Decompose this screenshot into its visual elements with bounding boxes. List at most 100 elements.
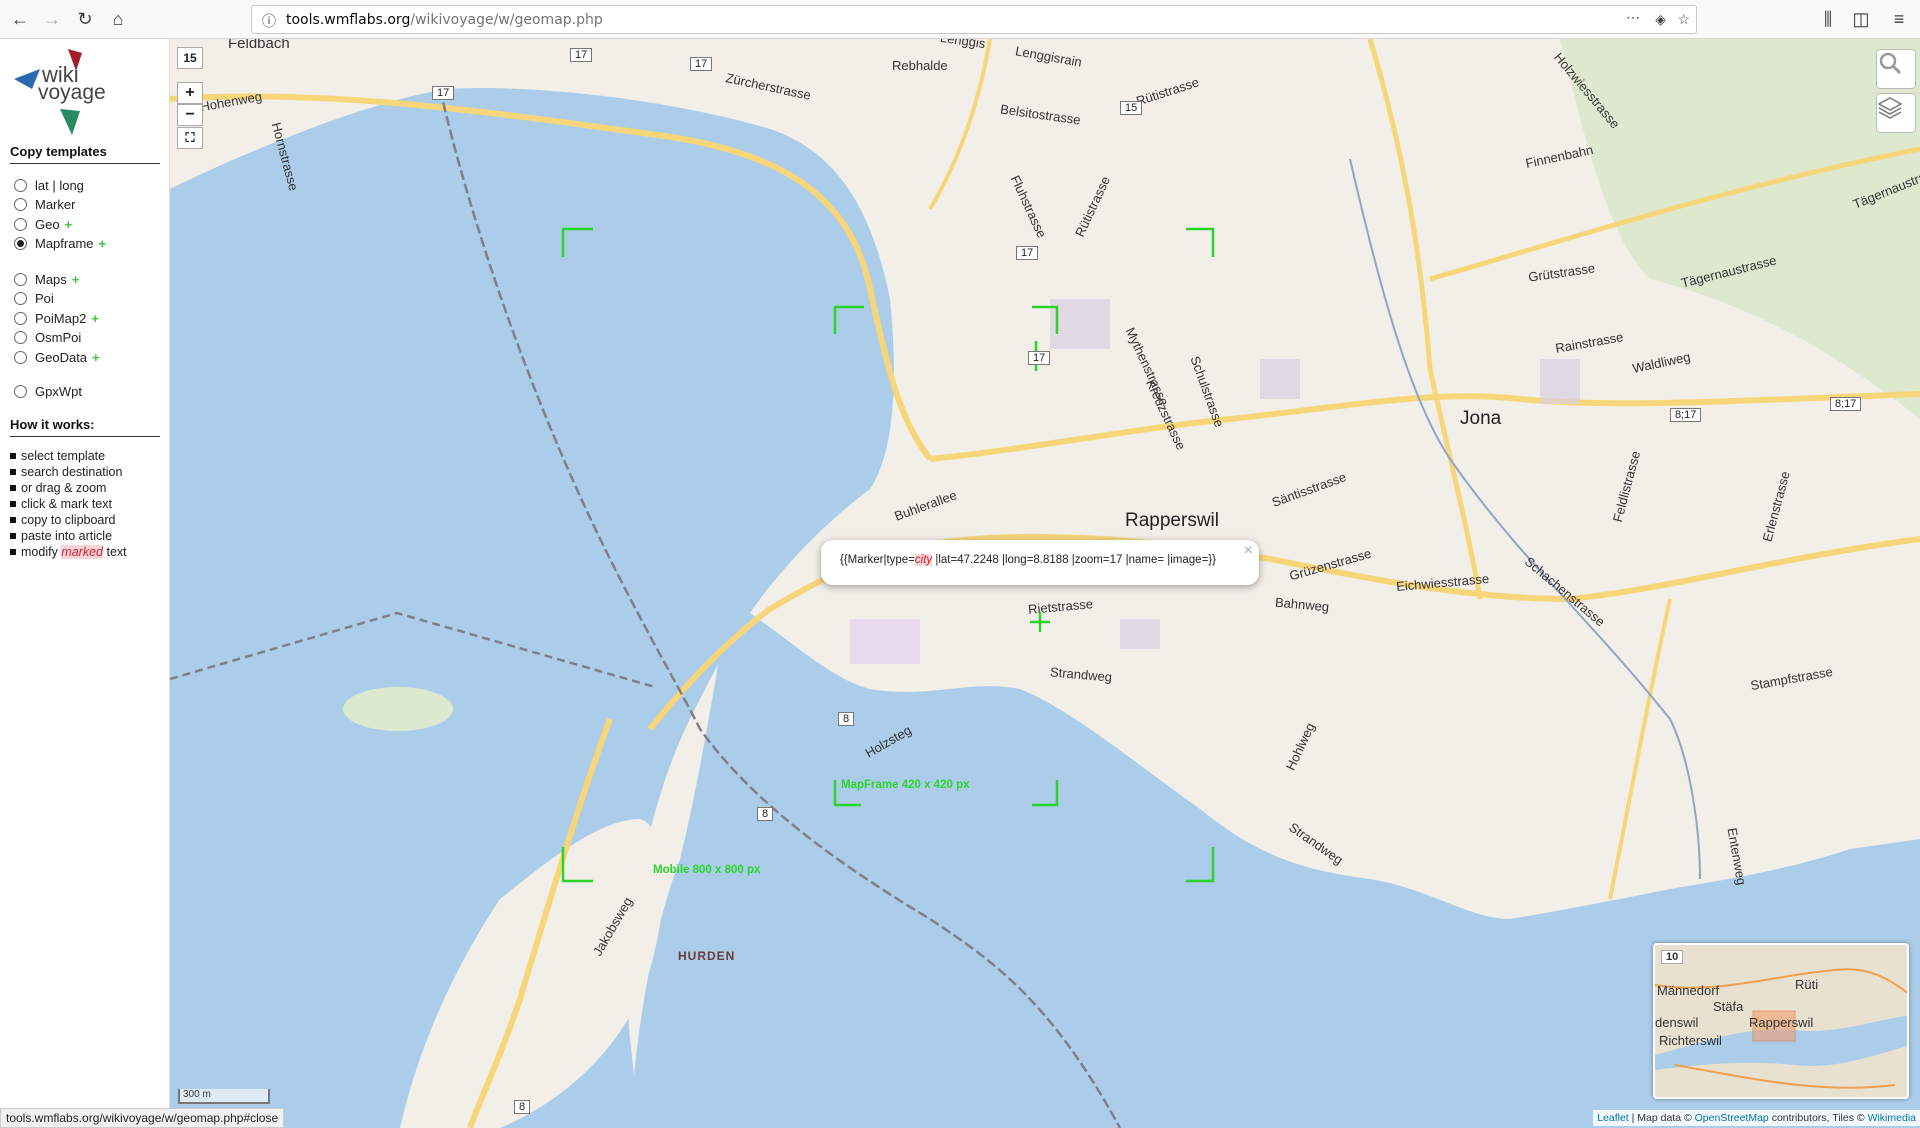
popup-text[interactable]: {{Marker|type= [840, 554, 915, 566]
radio-button[interactable] [14, 273, 27, 286]
bullet-icon [10, 469, 16, 475]
road-shield: 15 [1120, 101, 1143, 115]
step-text: click & mark text [21, 497, 112, 511]
template-marker[interactable]: Marker [14, 197, 75, 212]
radio-button[interactable] [14, 312, 27, 325]
radio-button[interactable] [14, 351, 27, 364]
template-maps[interactable]: Maps + [14, 272, 79, 287]
popup-text[interactable]: |lat=47.2248 |long=8.8188 |zoom=17 |name… [932, 554, 1216, 566]
road-shield: 17 [690, 57, 713, 71]
radio-button[interactable] [14, 179, 27, 192]
step-text: search destination [21, 465, 123, 479]
logo-text-voyage: voyage [38, 81, 106, 104]
template-label: PoiMap2 [35, 311, 87, 326]
minimap-place-label: Rapperswil [1749, 1015, 1814, 1030]
step-item: search destination [10, 465, 122, 479]
page-actions-icon[interactable]: ⋯ [1626, 9, 1640, 26]
map-attribution: Leaflet | Map data © OpenStreetMap contr… [1593, 1110, 1920, 1126]
browser-status-url: tools.wmflabs.org/wikivoyage/w/geomap.ph… [0, 1108, 285, 1128]
road-shield: 8 [838, 712, 855, 726]
place-label-hurden: HURDEN [678, 949, 736, 963]
step-item: copy to clipboard [10, 513, 116, 527]
popup-close-button[interactable]: × [1244, 542, 1253, 560]
library-icon[interactable]: ⫼ [1816, 7, 1840, 31]
back-icon[interactable]: ← [8, 7, 32, 31]
step-text: or drag & zoom [21, 481, 107, 495]
zoom-out-button[interactable]: − [177, 104, 203, 126]
bullet-icon [10, 549, 16, 555]
marked-text: marked [61, 545, 103, 559]
template-label: GpxWpt [35, 384, 82, 399]
layers-icon [1877, 97, 1903, 119]
plus-icon[interactable]: + [99, 236, 107, 251]
sidebar: wiki voyage Copy templates lat | long Ma… [0, 39, 170, 1128]
url-domain: tools.wmflabs.org [286, 12, 411, 28]
bullet-icon [10, 453, 16, 459]
minimap-place-label: Richterswil [1659, 1033, 1722, 1048]
step-text: select template [21, 449, 106, 463]
wikimedia-link[interactable]: Wikimedia [1868, 1112, 1916, 1124]
minimap-place-label: Männedorf [1657, 983, 1720, 998]
search-button[interactable] [1876, 49, 1916, 89]
street-label: Rebhalde [892, 58, 948, 73]
template-label: Maps [35, 272, 67, 287]
plus-icon[interactable]: + [92, 350, 100, 365]
forward-icon[interactable]: → [40, 7, 64, 31]
plus-icon[interactable]: + [72, 272, 80, 287]
road-shield: 17 [1028, 351, 1051, 365]
radio-button[interactable] [14, 198, 27, 211]
leaflet-link[interactable]: Leaflet [1597, 1112, 1629, 1124]
browser-toolbar: ← → ↻ ⌂ ⓘ tools.wmflabs.org/wikivoyage/w… [0, 0, 1920, 39]
marker-popup[interactable]: {{Marker|type=city |lat=47.2248 |long=8.… [821, 540, 1259, 585]
attribution-text: | Map data © [1628, 1112, 1695, 1124]
template-geodata[interactable]: GeoData + [14, 350, 100, 365]
openstreetmap-link[interactable]: OpenStreetMap [1695, 1112, 1769, 1124]
minimap-zoom-indicator: 10 [1661, 950, 1684, 964]
wikivoyage-logo[interactable]: wiki voyage [10, 45, 110, 135]
template-poimap2[interactable]: PoiMap2 + [14, 311, 99, 326]
popup-marked-type[interactable]: city [914, 554, 933, 566]
url-text: tools.wmflabs.org/wikivoyage/w/geomap.ph… [286, 12, 603, 28]
menu-icon[interactable]: ≡ [1887, 7, 1911, 31]
road-shield: 8 [514, 1100, 531, 1114]
radio-button[interactable] [14, 292, 27, 305]
plus-icon[interactable]: + [65, 217, 73, 232]
template-lat-long[interactable]: lat | long [14, 178, 84, 193]
template-label: GeoData [35, 350, 88, 365]
template-label: Mapframe [35, 236, 94, 251]
template-gpxwpt[interactable]: GpxWpt [14, 384, 82, 399]
minimap-place-label: Stäfa [1713, 999, 1744, 1014]
template-mapframe[interactable]: Mapframe + [14, 236, 106, 251]
step-text: modify [21, 545, 58, 559]
radio-button[interactable] [14, 385, 27, 398]
template-geo[interactable]: Geo + [14, 217, 72, 232]
copy-templates-heading: Copy templates [10, 144, 160, 164]
reload-icon[interactable]: ↻ [73, 7, 97, 31]
road-shield: 8;17 [1670, 408, 1702, 422]
minimap[interactable]: 10 Männedorf Rüti Stäfa Rapperswil densw… [1653, 943, 1909, 1099]
zoom-in-button[interactable]: + [177, 82, 203, 104]
map-canvas[interactable]: Rapperswil Jona HURDEN Feldbach Zürchers… [170, 39, 1920, 1128]
layers-button[interactable] [1876, 93, 1916, 133]
template-osmpoi[interactable]: OsmPoi [14, 330, 81, 345]
sidebar-toggle-icon[interactable]: ◫ [1849, 7, 1873, 31]
template-poi[interactable]: Poi [14, 291, 54, 306]
radio-button-checked[interactable] [14, 237, 27, 250]
bullet-icon [10, 517, 16, 523]
info-icon[interactable]: ⓘ [262, 11, 276, 31]
attribution-text: contributors, Tiles © [1768, 1112, 1868, 1124]
step-text: text [106, 545, 127, 559]
plus-icon[interactable]: + [91, 311, 99, 326]
place-label-jona: Jona [1460, 408, 1502, 429]
template-label: OsmPoi [35, 330, 82, 345]
bookmark-star-icon[interactable]: ☆ [1677, 11, 1690, 28]
url-path: /wikivoyage/w/geomap.php [410, 12, 603, 28]
minimap-place-label: Rüti [1795, 977, 1819, 992]
url-bar[interactable]: ⓘ tools.wmflabs.org/wikivoyage/w/geomap.… [251, 5, 1697, 34]
home-icon[interactable]: ⌂ [106, 7, 130, 31]
radio-button[interactable] [14, 218, 27, 231]
radio-button[interactable] [14, 331, 27, 344]
mapframe-size-label: MapFrame 420 x 420 px [841, 779, 970, 791]
fullscreen-button[interactable]: ⛶ [177, 127, 203, 149]
pocket-icon[interactable]: ◈ [1655, 11, 1666, 28]
